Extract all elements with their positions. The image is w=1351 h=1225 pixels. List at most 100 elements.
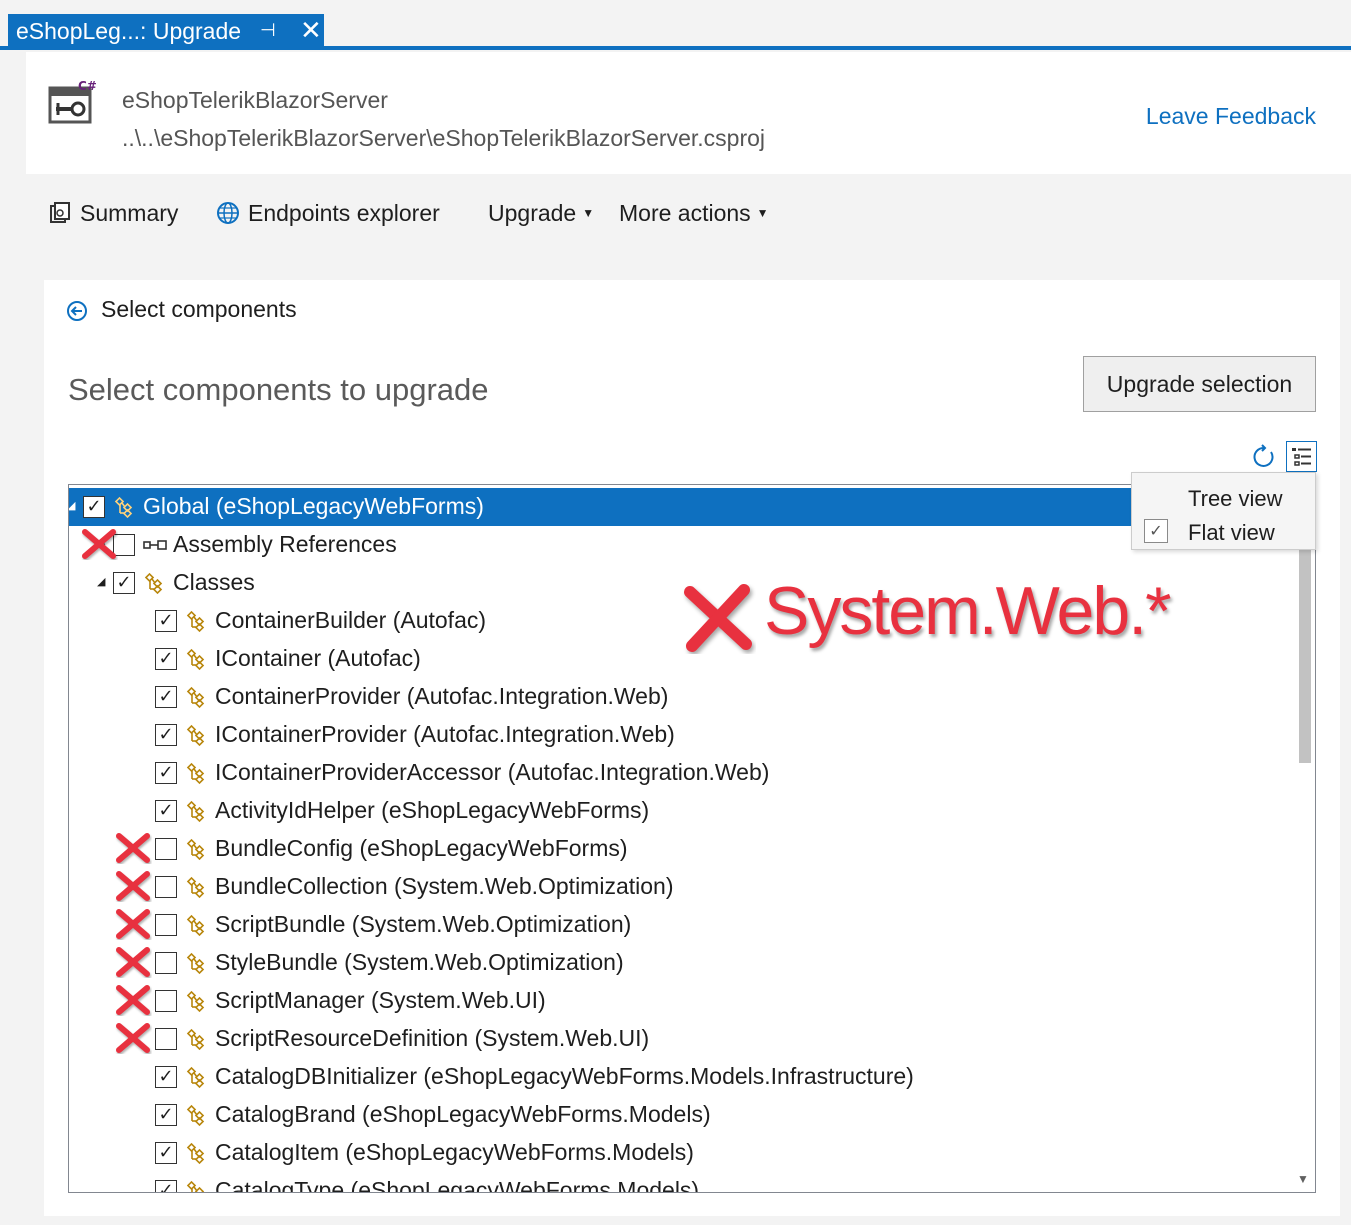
summary-button[interactable]: Summary	[48, 198, 178, 228]
tree-row[interactable]: BundleConfig (eShopLegacyWebForms)	[69, 830, 1293, 868]
tree-row-label: CatalogDBInitializer (eShopLegacyWebForm…	[215, 1063, 914, 1089]
select-components-panel: Select components Select components to u…	[44, 280, 1340, 1216]
component-checkbox[interactable]: ✓	[155, 648, 177, 670]
component-checkbox[interactable]	[155, 1028, 177, 1050]
close-icon[interactable]: ✕	[300, 15, 322, 46]
collapse-arrow-icon[interactable]: ◢	[69, 499, 75, 512]
component-checkbox[interactable]: ✓	[83, 496, 105, 518]
tree-row-label: Assembly References	[173, 531, 397, 557]
refresh-icon[interactable]	[1251, 444, 1277, 470]
class-icon	[185, 723, 209, 753]
component-checkbox[interactable]: ✓	[155, 1180, 177, 1193]
tree-row-label: ScriptBundle (System.Web.Optimization)	[215, 911, 632, 937]
checkmark-icon: ✓	[158, 1180, 174, 1193]
tree-row[interactable]: ▷ Assembly References	[69, 526, 1293, 564]
tree-row-label: IContainer (Autofac)	[215, 645, 421, 671]
vertical-scrollbar[interactable]: ▼	[1293, 485, 1315, 1192]
tree-row-label: CatalogBrand (eShopLegacyWebForms.Models…	[215, 1101, 711, 1127]
breadcrumb-select-components[interactable]: Select components	[101, 296, 297, 323]
class-icon	[185, 913, 209, 943]
endpoints-explorer-button[interactable]: Endpoints explorer	[216, 198, 440, 228]
more-actions-dropdown[interactable]: More actions ▼	[619, 198, 769, 228]
endpoints-explorer-label: Endpoints explorer	[248, 199, 440, 226]
tree-row-label: CatalogType (eShopLegacyWebForms.Models)	[215, 1177, 700, 1193]
menu-item-tree-view[interactable]: Tree view	[1132, 479, 1317, 515]
component-checkbox[interactable]	[155, 990, 177, 1012]
tree-row[interactable]: BundleCollection (System.Web.Optimizatio…	[69, 868, 1293, 906]
tree-row-label: CatalogItem (eShopLegacyWebForms.Models)	[215, 1139, 694, 1165]
class-icon	[185, 1065, 209, 1095]
upgrade-selection-button[interactable]: Upgrade selection	[1083, 356, 1316, 412]
upgrade-label: Upgrade	[488, 199, 577, 226]
component-checkbox[interactable]: ✓	[155, 1104, 177, 1126]
tree-row[interactable]: ScriptManager (System.Web.UI)	[69, 982, 1293, 1020]
component-checkbox[interactable]: ✓	[155, 1142, 177, 1164]
component-checkbox[interactable]: ✓	[155, 800, 177, 822]
reference-icon	[143, 533, 169, 563]
component-checkbox[interactable]: ✓	[155, 724, 177, 746]
tree-row[interactable]: ✓ CatalogDBInitializer (eShopLegacyWebFo…	[69, 1058, 1293, 1096]
tree-row-label: StyleBundle (System.Web.Optimization)	[215, 949, 624, 975]
tree-row[interactable]: StyleBundle (System.Web.Optimization)	[69, 944, 1293, 982]
back-arrow-icon[interactable]	[66, 300, 88, 322]
class-icon	[185, 685, 209, 715]
page-title: Select components to upgrade	[68, 372, 489, 407]
red-x-icon	[684, 584, 752, 652]
checkmark-icon: ✓	[158, 724, 174, 745]
checkmark-icon: ✓	[158, 648, 174, 669]
pin-icon[interactable]: ⊣	[260, 20, 276, 41]
component-checkbox[interactable]	[155, 914, 177, 936]
tree-row[interactable]: ScriptBundle (System.Web.Optimization)	[69, 906, 1293, 944]
csharp-project-icon: C#	[48, 79, 96, 124]
checkmark-icon: ✓	[158, 762, 174, 783]
checkmark-icon: ✓	[158, 800, 174, 821]
class-icon	[185, 761, 209, 791]
tree-row[interactable]: ✓ IContainerProviderAccessor (Autofac.In…	[69, 754, 1293, 792]
tree-row[interactable]: ✓ ActivityIdHelper (eShopLegacyWebForms)	[69, 792, 1293, 830]
tree-row[interactable]: ✓ CatalogType (eShopLegacyWebForms.Model…	[69, 1172, 1293, 1193]
upgrade-dropdown[interactable]: Upgrade ▼	[488, 198, 594, 228]
document-tab-title: eShopLeg...: Upgrade	[16, 17, 242, 44]
chevron-down-icon: ▼	[756, 206, 769, 220]
component-checkbox[interactable]: ✓	[155, 686, 177, 708]
component-checkbox[interactable]: ✓	[113, 572, 135, 594]
svg-text:C#: C#	[78, 79, 96, 93]
document-tab-strip: eShopLeg...: Upgrade ⊣ ✕	[0, 0, 1351, 50]
more-actions-label: More actions	[619, 199, 751, 226]
checkmark-icon: ✓	[158, 1142, 174, 1163]
checkmark-icon: ✓	[86, 496, 102, 517]
collapse-arrow-icon[interactable]: ◢	[97, 575, 105, 588]
document-tab[interactable]: eShopLeg...: Upgrade ⊣ ✕	[8, 14, 324, 48]
project-header: C# eShopTelerikBlazorServer ..\..\eShopT…	[26, 52, 1351, 174]
menu-item-flat-view[interactable]: ✓ Flat view	[1132, 513, 1317, 549]
checkmark-icon: ✓	[158, 686, 174, 707]
component-checkbox[interactable]	[155, 876, 177, 898]
component-checkbox[interactable]: ✓	[155, 762, 177, 784]
tree-row[interactable]: ◢ ✓ Global (eShopLegacyWebForms)	[69, 488, 1293, 526]
class-icon	[113, 495, 137, 525]
scrollbar-thumb[interactable]	[1299, 549, 1311, 763]
tree-row-label: Classes	[173, 569, 255, 595]
tree-row[interactable]: ✓ IContainerProvider (Autofac.Integratio…	[69, 716, 1293, 754]
component-checkbox[interactable]: ✓	[155, 610, 177, 632]
red-x-icon	[114, 946, 152, 983]
tree-row[interactable]: ✓ CatalogBrand (eShopLegacyWebForms.Mode…	[69, 1096, 1293, 1134]
view-options-menu: Tree view ✓ Flat view	[1131, 472, 1316, 550]
scroll-down-arrow-icon[interactable]: ▼	[1297, 1172, 1309, 1186]
component-checkbox[interactable]: ✓	[155, 1066, 177, 1088]
component-checkbox[interactable]	[155, 952, 177, 974]
tree-view-label: Tree view	[1188, 486, 1283, 511]
system-web-annotation: System.Web.*	[680, 573, 1220, 658]
component-checkbox[interactable]	[155, 838, 177, 860]
leave-feedback-link[interactable]: Leave Feedback	[1146, 103, 1316, 130]
class-icon	[143, 571, 167, 601]
tree-row[interactable]: ✓ ContainerProvider (Autofac.Integration…	[69, 678, 1293, 716]
tree-row[interactable]: ScriptResourceDefinition (System.Web.UI)	[69, 1020, 1293, 1058]
view-options-icon[interactable]	[1286, 441, 1317, 472]
tree-row-label: IContainerProvider (Autofac.Integration.…	[215, 721, 675, 747]
red-x-icon	[114, 832, 152, 869]
tree-row-label: BundleConfig (eShopLegacyWebForms)	[215, 835, 628, 861]
class-icon	[185, 1141, 209, 1171]
tree-row[interactable]: ✓ CatalogItem (eShopLegacyWebForms.Model…	[69, 1134, 1293, 1172]
class-icon	[185, 951, 209, 981]
